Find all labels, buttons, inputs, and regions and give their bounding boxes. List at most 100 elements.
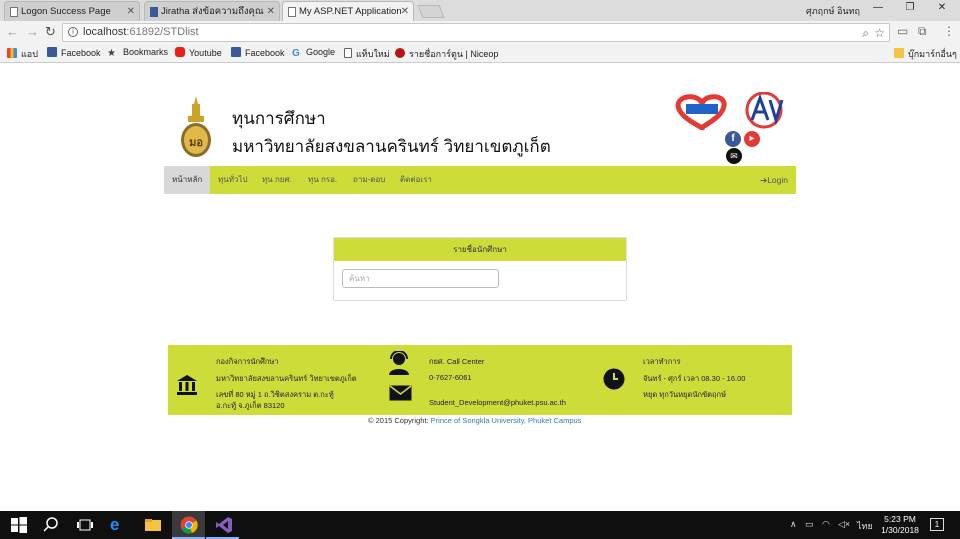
university-logo: มอ bbox=[181, 96, 211, 157]
apps-icon bbox=[7, 48, 17, 58]
facebook-icon bbox=[150, 7, 158, 17]
language-indicator[interactable]: ไทย bbox=[857, 519, 873, 533]
star-icon[interactable]: ☆ bbox=[874, 25, 885, 42]
search-icon[interactable] bbox=[42, 516, 60, 534]
windows-taskbar: e ∧ ▭ ◠ ◁× ไทย 5:23 PM 1/30/2018 1 bbox=[0, 511, 960, 539]
google-icon: G bbox=[292, 48, 300, 59]
student-list-panel: รายชื่อนักศึกษา bbox=[333, 237, 627, 301]
bookmark-other[interactable]: บุ๊กมาร์กอื่นๆ bbox=[894, 47, 957, 61]
facebook-icon[interactable]: f bbox=[725, 131, 741, 147]
close-window-icon[interactable]: ✕ bbox=[932, 2, 952, 13]
notification-center-icon[interactable]: 1 bbox=[930, 518, 944, 531]
youtube-icon[interactable]: ▸ bbox=[744, 131, 760, 147]
footer-org-name: มหาวิทยาลัยสงขลานครินทร์ วิทยาเขตภูเก็ต bbox=[216, 374, 357, 383]
info-icon[interactable]: i bbox=[68, 27, 78, 37]
footer-org-title: กองกิจการนักศึกษา bbox=[216, 357, 279, 366]
close-icon[interactable]: ✕ bbox=[267, 2, 275, 21]
address-bar[interactable]: i localhost:61892/STDlist ⌕ ☆ bbox=[62, 23, 890, 42]
main-navbar: หน้าหลัก ทุนทั่วไป ทุน กยศ. ทุน กรอ. ถาม… bbox=[164, 166, 796, 194]
edge-icon[interactable]: e bbox=[110, 516, 128, 534]
bookmark-facebook[interactable]: Facebook bbox=[47, 47, 101, 58]
tab-my-aspnet[interactable]: My ASP.NET Application ✕ bbox=[282, 1, 414, 21]
menu-icon[interactable]: ⋮ bbox=[943, 24, 955, 38]
call-center-icon bbox=[389, 351, 409, 375]
extension-icon[interactable]: ▭ bbox=[897, 24, 908, 38]
minimize-icon[interactable]: — bbox=[868, 2, 888, 13]
footer-phone: 0-7627-6061 bbox=[429, 373, 472, 382]
page-content: มอ ทุนการศึกษา มหาวิทยาลัยสงขลานครินทร์ … bbox=[0, 64, 960, 511]
bookmark-facebook-2[interactable]: Facebook bbox=[231, 47, 285, 58]
battery-icon[interactable]: ▭ bbox=[805, 519, 814, 530]
login-link[interactable]: ➔Login bbox=[760, 166, 788, 194]
bank-icon bbox=[177, 375, 197, 395]
copyright-prefix: © 2015 Copyright: bbox=[368, 416, 429, 425]
chrome-taskbar-button[interactable] bbox=[172, 511, 205, 539]
mail-icon bbox=[389, 385, 412, 401]
new-tab-button[interactable] bbox=[417, 5, 445, 18]
clock-date: 1/30/2018 bbox=[881, 525, 919, 535]
page-icon bbox=[288, 7, 296, 17]
maximize-icon[interactable]: ❐ bbox=[900, 2, 920, 13]
nav-contact[interactable]: ติดต่อเรา bbox=[400, 166, 432, 194]
tab-bar: Logon Success Page ✕ Jiratha ส่งข้อความถ… bbox=[0, 0, 960, 21]
close-icon[interactable]: ✕ bbox=[127, 2, 135, 21]
tab-title: Logon Success Page bbox=[21, 6, 111, 17]
footer-address-line2: อ.กะทู้ จ.ภูเก็ต 83120 bbox=[216, 401, 285, 410]
folder-icon bbox=[894, 48, 904, 58]
nav-general-scholarship[interactable]: ทุนทั่วไป bbox=[218, 166, 248, 194]
close-icon[interactable]: ✕ bbox=[401, 2, 409, 21]
bookmark-niceop[interactable]: รายชื่อการ์ตูน | Niceop bbox=[395, 47, 498, 61]
nav-kor-ror-or[interactable]: ทุน กรอ. bbox=[308, 166, 337, 194]
page-icon bbox=[10, 7, 18, 17]
footer-email[interactable]: Student_Development@phuket.psu.ac.th bbox=[429, 398, 566, 407]
tab-logon-success[interactable]: Logon Success Page ✕ bbox=[4, 1, 140, 21]
site-icon bbox=[395, 48, 405, 58]
windows-start-icon[interactable] bbox=[10, 516, 28, 534]
chrome-icon bbox=[180, 516, 198, 534]
file-explorer-icon[interactable] bbox=[144, 516, 162, 534]
site-title: ทุนการศึกษา bbox=[232, 109, 326, 128]
nav-faq[interactable]: ถาม-ตอบ bbox=[353, 166, 385, 194]
search-input[interactable] bbox=[342, 269, 499, 288]
footer-holiday: หยุด ทุกวันหยุดนักขัตฤกษ์ bbox=[643, 390, 727, 399]
volume-icon[interactable]: ◁× bbox=[838, 519, 850, 530]
copyright-link[interactable]: Prince of Songkla University, Phuket Cam… bbox=[431, 416, 582, 425]
notification-count: 1 bbox=[934, 520, 940, 529]
system-clock[interactable]: 5:23 PM 1/30/2018 bbox=[880, 514, 920, 536]
facebook-icon bbox=[47, 47, 57, 57]
show-hidden-icons-icon[interactable]: ∧ bbox=[790, 519, 797, 530]
footer-hours: จันทร์ - ศุกร์ เวลา 08.30 - 16.00 bbox=[643, 374, 746, 383]
footer-hours-title: เวลาทำการ bbox=[643, 357, 681, 366]
tab-jiratha[interactable]: Jiratha ส่งข้อความถึงคุณ ✕ bbox=[144, 1, 280, 21]
bookmark-new-tab[interactable]: แท็บใหม่ bbox=[344, 47, 390, 61]
tab-title: My ASP.NET Application bbox=[299, 6, 402, 17]
reload-icon[interactable]: ↻ bbox=[45, 24, 56, 40]
bookmark-youtube[interactable]: Youtube bbox=[175, 47, 222, 58]
visual-studio-icon[interactable] bbox=[215, 516, 233, 534]
forward-icon[interactable]: → bbox=[26, 24, 39, 39]
bookmarks-bar: แอป Facebook ★ Bookmarks Youtube Facebook… bbox=[0, 44, 960, 63]
email-icon[interactable]: ✉ bbox=[726, 148, 742, 164]
profile-name[interactable]: ศุภฤกษ์ อินทฤ bbox=[806, 4, 860, 18]
copyright: © 2015 Copyright: Prince of Songkla Univ… bbox=[368, 416, 581, 425]
bookmark-google[interactable]: G Google bbox=[292, 47, 335, 59]
nav-home[interactable]: หน้าหลัก bbox=[164, 166, 211, 194]
login-label: Login bbox=[767, 175, 788, 185]
zoom-icon[interactable]: ⌕ bbox=[862, 25, 869, 42]
footer-call-center: กยศ. Call Center bbox=[429, 357, 485, 366]
panel-title: รายชื่อนักศึกษา bbox=[334, 238, 626, 261]
bookmark-apps[interactable]: แอป bbox=[7, 47, 38, 61]
site-footer: กองกิจการนักศึกษา มหาวิทยาลัยสงขลานครินท… bbox=[168, 345, 792, 415]
facebook-icon bbox=[231, 47, 241, 57]
star-icon: ★ bbox=[107, 48, 116, 59]
cast-icon[interactable]: ⧉ bbox=[918, 24, 927, 39]
bookmark-bookmarks[interactable]: ★ Bookmarks bbox=[107, 47, 168, 59]
network-icon[interactable]: ◠ bbox=[822, 519, 830, 530]
back-icon[interactable]: ← bbox=[6, 24, 19, 39]
tab-title: Jiratha ส่งข้อความถึงคุณ bbox=[161, 6, 264, 17]
task-view-icon[interactable] bbox=[76, 516, 94, 534]
nav-kyor-sor[interactable]: ทุน กยศ. bbox=[262, 166, 292, 194]
url-path: :61892/STDlist bbox=[126, 26, 199, 38]
partner-logos bbox=[675, 92, 784, 130]
youtube-icon bbox=[175, 47, 185, 57]
